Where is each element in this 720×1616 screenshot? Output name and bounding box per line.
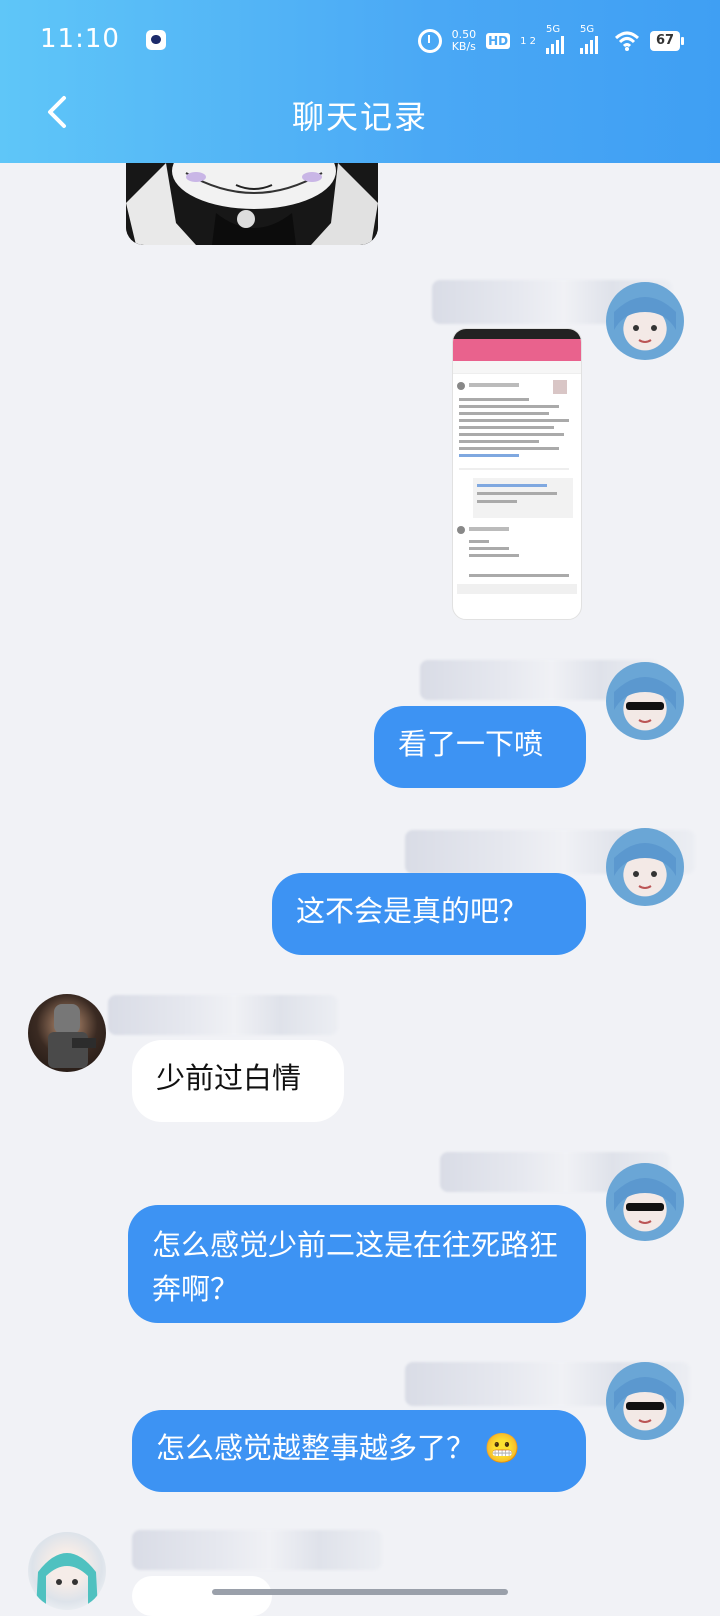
signal-1-label: 5G bbox=[546, 24, 561, 35]
network-speed: 0.50 KB/s bbox=[452, 29, 477, 53]
signal-2-label: 5G bbox=[580, 24, 595, 35]
my-avatar[interactable] bbox=[606, 662, 684, 740]
message-text: 少前过白情 bbox=[156, 1061, 302, 1095]
shared-screenshot-image[interactable] bbox=[452, 328, 582, 620]
my-avatar[interactable] bbox=[606, 1163, 684, 1241]
app-notification-icon bbox=[146, 30, 166, 50]
avatar-art bbox=[614, 297, 676, 343]
battery-indicator: 67 bbox=[650, 31, 684, 51]
hd-sub: 1 2 bbox=[520, 35, 536, 47]
sender-name-blurred bbox=[132, 1530, 382, 1570]
my-avatar[interactable] bbox=[606, 1362, 684, 1440]
status-bar: 11:10 0.50 KB/s HD 1 2 5G 5G 67 bbox=[0, 0, 720, 80]
contact-message-bubble[interactable] bbox=[132, 1576, 272, 1616]
message-text: 这不会是真的吧？ bbox=[296, 894, 529, 928]
contact-avatar[interactable] bbox=[28, 994, 106, 1072]
my-avatar[interactable] bbox=[606, 828, 684, 906]
header-bar: 11:10 0.50 KB/s HD 1 2 5G 5G 67 聊天记录 bbox=[0, 0, 720, 163]
my-avatar[interactable] bbox=[606, 282, 684, 360]
message-text: 怎么感觉少前二这是在往死路狂奔啊？ bbox=[152, 1228, 559, 1306]
contact-message-bubble[interactable]: 少前过白情 bbox=[132, 1040, 344, 1122]
screenshot-header bbox=[453, 339, 581, 361]
page-title: 聊天记录 bbox=[291, 98, 428, 136]
avatar-art bbox=[614, 677, 676, 723]
message-text: 看了一下喷 bbox=[398, 727, 544, 761]
network-speed-unit: KB/s bbox=[451, 40, 476, 53]
screenshot-status-bar bbox=[453, 329, 581, 339]
my-message-bubble[interactable]: 怎么感觉越整事越多了？ 😬 bbox=[132, 1410, 586, 1492]
my-message-bubble[interactable]: 这不会是真的吧？ bbox=[272, 873, 586, 955]
screenshot-tabs bbox=[453, 361, 581, 374]
status-icons: 0.50 KB/s HD 1 2 5G 5G 67 bbox=[417, 24, 684, 56]
message-text: 怎么感觉越整事越多了？ bbox=[156, 1431, 476, 1465]
sticker-image[interactable] bbox=[126, 163, 378, 245]
home-indicator[interactable] bbox=[212, 1589, 508, 1595]
signal-icon-2: 5G bbox=[580, 24, 604, 54]
avatar-art bbox=[614, 1178, 676, 1224]
avatar-art bbox=[614, 843, 676, 889]
avatar-art bbox=[48, 1004, 96, 1068]
signal-icon-1: 5G bbox=[546, 24, 570, 54]
screenshot-content bbox=[457, 380, 577, 594]
hd-icon: HD bbox=[486, 33, 511, 49]
status-time: 11:10 bbox=[40, 24, 120, 54]
grimace-emoji-icon: 😬 bbox=[484, 1431, 521, 1465]
alarm-icon bbox=[417, 29, 442, 53]
contact-avatar[interactable] bbox=[28, 1532, 106, 1610]
my-message-bubble[interactable]: 怎么感觉少前二这是在往死路狂奔啊？ bbox=[128, 1205, 586, 1323]
sticker-drawing bbox=[126, 163, 378, 245]
sender-name-blurred bbox=[108, 995, 338, 1035]
my-message-bubble[interactable]: 看了一下喷 bbox=[374, 706, 586, 788]
avatar-art bbox=[614, 1377, 676, 1423]
avatar-art bbox=[36, 1553, 98, 1610]
wifi-icon bbox=[614, 31, 640, 51]
